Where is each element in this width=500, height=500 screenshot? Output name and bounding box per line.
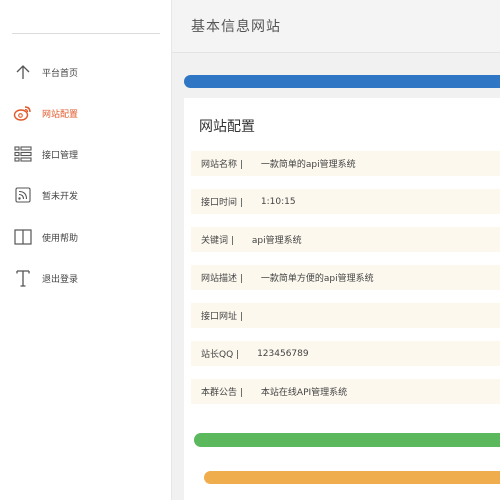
text-icon: [12, 267, 34, 289]
row-value: 123456789: [257, 348, 309, 359]
info-row-site-name: 网站名称 | 一款简单的api管理系统: [191, 151, 500, 176]
columns-icon: [12, 226, 34, 248]
sidebar-item-not-developed[interactable]: 暂未开发: [12, 183, 162, 207]
rss-icon: [12, 184, 34, 206]
row-value: 一款简单方便的api管理系统: [260, 274, 374, 284]
sidebar-item-home[interactable]: 平台首页: [12, 60, 162, 84]
row-value: 1:10:15: [260, 196, 296, 207]
sidebar-item-label: 接口管理: [42, 150, 79, 161]
info-row-admin-qq: 站长QQ | 123456789: [191, 341, 500, 366]
panel-title: 网站配置: [199, 119, 255, 135]
row-label: 站长QQ |: [201, 350, 240, 360]
top-header: 基本信息网站: [172, 0, 500, 53]
sidebar-divider: [12, 33, 160, 34]
sidebar-item-logout[interactable]: 退出登录: [12, 266, 162, 290]
sidebar-item-label: 网站配置: [42, 109, 79, 120]
list-icon: [12, 143, 34, 165]
sidebar-item-label: 平台首页: [42, 68, 79, 79]
sidebar-item-api-manage[interactable]: 接口管理: [12, 142, 162, 166]
row-label: 网站名称 |: [201, 160, 243, 170]
sidebar: 平台首页 网站配置 接口管理 暂未开发 使用帮助 退出登录: [0, 0, 172, 500]
row-value: 一款简单的api管理系统: [260, 160, 356, 170]
orange-progress-bar: [204, 471, 500, 484]
row-label: 本群公告 |: [201, 388, 243, 398]
sidebar-item-label: 退出登录: [42, 274, 79, 285]
sidebar-item-label: 暂未开发: [42, 191, 79, 202]
info-row-keywords: 关键词 | api管理系统: [191, 227, 500, 252]
sidebar-item-help[interactable]: 使用帮助: [12, 225, 162, 249]
row-value: api管理系统: [251, 236, 302, 246]
blue-progress-bar: [184, 75, 500, 88]
row-label: 关键词 |: [201, 236, 234, 246]
row-label: 网站描述 |: [201, 274, 243, 284]
sidebar-item-label: 使用帮助: [42, 233, 79, 244]
green-progress-bar: [194, 433, 500, 447]
row-label: 接口网址 |: [201, 312, 243, 322]
row-value: 本站在线API管理系统: [260, 388, 348, 398]
row-label: 接口时间 |: [201, 198, 243, 208]
sidebar-item-site-config[interactable]: 网站配置: [12, 101, 162, 125]
arrow-up-icon: [12, 61, 34, 83]
info-row-api-url: 接口网址 |: [191, 303, 500, 328]
page-title: 基本信息网站: [191, 19, 281, 35]
info-row-description: 网站描述 | 一款简单方便的api管理系统: [191, 265, 500, 290]
info-row-announcement: 本群公告 | 本站在线API管理系统: [191, 379, 500, 404]
weibo-icon: [12, 102, 34, 124]
info-row-api-time: 接口时间 | 1:10:15: [191, 189, 500, 214]
